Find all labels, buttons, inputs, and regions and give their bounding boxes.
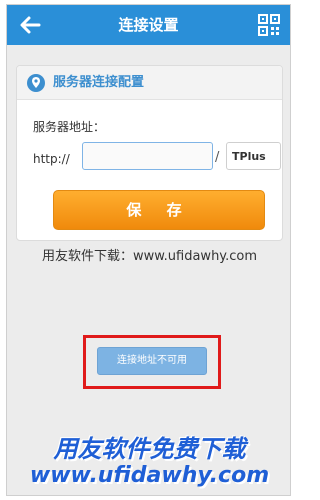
- server-path-input[interactable]: [226, 142, 281, 170]
- watermark-title: 用友软件免费下载: [53, 435, 246, 463]
- page-title: 连接设置: [118, 16, 179, 34]
- back-arrow-icon[interactable]: [17, 13, 43, 37]
- watermark-text: 用友软件下载：www.ufidawhy.com: [41, 249, 258, 264]
- server-address-input[interactable]: [82, 142, 213, 170]
- card-header: 服务器连接配置: [17, 66, 282, 100]
- qr-code-icon[interactable]: [258, 14, 280, 36]
- path-separator: /: [215, 150, 220, 165]
- server-config-card: 服务器连接配置 服务器地址： http:// / 保 存: [16, 65, 283, 241]
- top-bar: 连接设置: [7, 5, 290, 45]
- server-address-label: 服务器地址：: [33, 120, 106, 134]
- connection-status-button[interactable]: 连接地址不可用: [97, 347, 207, 375]
- watermark-url: www.ufidawhy.com: [29, 463, 270, 488]
- app-screen: 连接设置 服务器连接配置 服务器地址： http:// / TPlus 保 存 …: [6, 4, 291, 496]
- location-pin-icon: [26, 73, 46, 93]
- save-button[interactable]: 保 存: [53, 190, 265, 230]
- protocol-label: http://: [33, 152, 70, 166]
- card-title: 服务器连接配置: [53, 75, 145, 90]
